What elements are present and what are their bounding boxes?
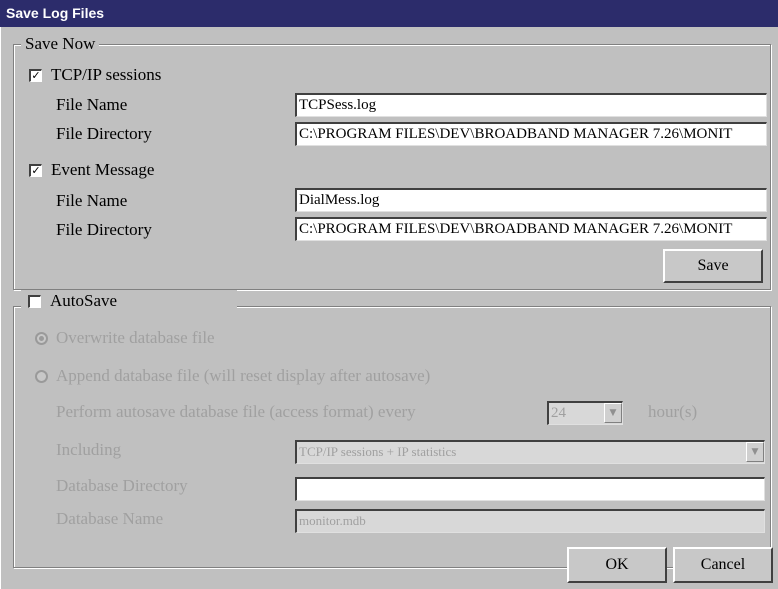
database-directory-input[interactable]	[295, 477, 765, 501]
cancel-button[interactable]: Cancel	[673, 547, 773, 583]
append-database-label: Append database file (will reset display…	[56, 366, 431, 385]
title-bar: Save Log Files	[0, 0, 778, 27]
autosave-label: AutoSave	[50, 291, 118, 310]
event-file-directory-label: File Directory	[56, 220, 152, 239]
tcpip-file-name-input[interactable]: TCPSess.log	[295, 93, 767, 117]
check-icon: ✓	[31, 164, 41, 177]
dialog-body: Save Now ✓ TCP/IP sessions File Name TCP…	[0, 27, 778, 589]
interval-unit-label: hour(s)	[648, 402, 698, 421]
tcpip-file-directory-label: File Directory	[56, 124, 152, 143]
including-combo[interactable]: TCP/IP sessions + IP statistics ▼	[295, 440, 765, 464]
overwrite-database-radio[interactable]	[35, 332, 48, 345]
autosave-interval-combo[interactable]: 24 ▼	[547, 401, 623, 425]
overwrite-database-label: Overwrite database file	[56, 328, 215, 347]
radio-dot	[39, 336, 44, 341]
database-name-input[interactable]: monitor.mdb	[295, 509, 765, 533]
including-label: Including	[56, 440, 122, 459]
save-button[interactable]: Save	[663, 249, 763, 283]
chevron-down-icon[interactable]: ▼	[746, 442, 764, 462]
event-message-checkbox[interactable]: ✓	[29, 164, 42, 177]
window-title: Save Log Files	[6, 5, 105, 21]
ok-button[interactable]: OK	[567, 547, 667, 583]
database-directory-label: Database Directory	[56, 476, 188, 495]
database-name-label: Database Name	[56, 509, 164, 528]
tcpip-file-directory-input[interactable]: C:\PROGRAM FILES\DEV\BROADBAND MANAGER 7…	[295, 122, 767, 146]
perform-autosave-label: Perform autosave database file (access f…	[56, 402, 416, 421]
save-now-legend: Save Now	[21, 34, 100, 54]
append-database-radio[interactable]	[35, 370, 48, 383]
autosave-interval-value: 24	[551, 405, 566, 421]
tcpip-sessions-checkbox[interactable]: ✓	[29, 69, 42, 82]
chevron-down-icon[interactable]: ▼	[604, 403, 622, 423]
event-file-name-label: File Name	[56, 191, 128, 210]
event-message-label: Event Message	[51, 160, 155, 179]
check-icon: ✓	[31, 69, 41, 82]
autosave-checkbox[interactable]	[28, 295, 41, 308]
event-file-directory-input[interactable]: C:\PROGRAM FILES\DEV\BROADBAND MANAGER 7…	[295, 217, 767, 241]
tcpip-file-name-label: File Name	[56, 95, 128, 114]
tcpip-sessions-label: TCP/IP sessions	[51, 65, 162, 84]
including-value: TCP/IP sessions + IP statistics	[299, 444, 457, 459]
event-file-name-input[interactable]: DialMess.log	[295, 188, 767, 212]
